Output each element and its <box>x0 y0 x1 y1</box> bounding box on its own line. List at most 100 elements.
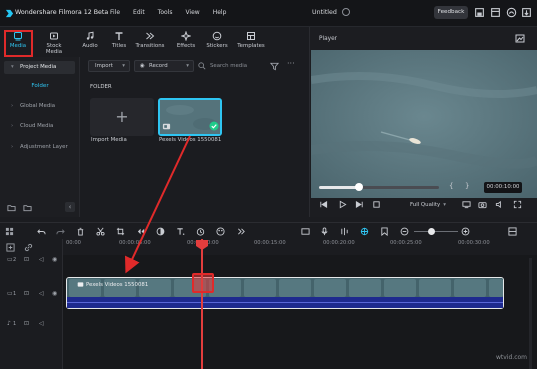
crop-icon[interactable] <box>116 227 125 236</box>
timeline-tracks[interactable] <box>63 255 537 369</box>
camera-icon[interactable] <box>478 200 487 209</box>
more-options-icon[interactable]: ··· <box>287 59 295 68</box>
marker-icon[interactable] <box>380 227 389 236</box>
volume-icon[interactable] <box>495 200 504 209</box>
quality-dropdown[interactable]: Full Quality ▾ <box>410 202 446 208</box>
lock-icon[interactable]: ⊡ <box>24 256 29 263</box>
transitions-icon <box>146 32 155 40</box>
mute-icon[interactable]: ◁ <box>39 320 44 327</box>
tab-stickers[interactable]: Stickers <box>201 31 233 55</box>
timeline-toolbar <box>0 222 537 239</box>
sidebar-item-cloud-media[interactable]: › Cloud Media <box>4 120 75 133</box>
cloud-icon[interactable] <box>506 7 517 18</box>
folder-icon[interactable] <box>23 203 32 212</box>
lock-icon[interactable]: ⊡ <box>24 290 29 297</box>
redo-icon[interactable] <box>56 227 65 236</box>
tab-titles[interactable]: Titles <box>103 31 135 55</box>
record-icon: ◉ <box>140 63 145 69</box>
sidebar-item-project-media[interactable]: ▾ Project Media <box>4 61 75 74</box>
timer-icon[interactable] <box>196 227 205 236</box>
media-tabs: Media Stock Media Audio Titles Transitio… <box>0 27 307 57</box>
download-icon[interactable] <box>521 7 532 18</box>
menu-help[interactable]: Help <box>213 9 227 16</box>
menu-file[interactable]: File <box>110 9 120 16</box>
microphone-icon[interactable] <box>320 227 329 236</box>
search-media-field[interactable]: Search media <box>198 60 266 72</box>
timeline-ruler[interactable]: 00:00 00:00:05:00 00:00:10:00 00:00:15:0… <box>62 239 537 255</box>
ruler-tick: 00:00:30:00 <box>458 240 490 246</box>
mark-in-icon[interactable]: { <box>449 182 453 190</box>
track-header-audio-1: ♪ 1 ⊡ ◁ <box>0 318 63 330</box>
timeline-layout-icon[interactable] <box>508 227 517 236</box>
mute-icon[interactable]: ◁ <box>39 290 44 297</box>
new-folder-icon[interactable] <box>7 203 16 212</box>
palette-icon[interactable] <box>216 227 225 236</box>
player-timecode: 00:00:10:00 <box>484 182 522 193</box>
add-track-icon[interactable] <box>6 243 15 252</box>
undo-icon[interactable] <box>37 227 46 236</box>
import-media-tile[interactable]: + <box>90 98 154 136</box>
video-thumbnail-tile[interactable] <box>158 98 222 136</box>
checkmark-icon <box>209 121 219 131</box>
playhead[interactable] <box>201 239 203 369</box>
tab-audio[interactable]: Audio <box>74 31 106 55</box>
collapse-sidebar-icon[interactable]: ‹ <box>65 202 75 212</box>
menu-edit[interactable]: Edit <box>133 9 145 16</box>
grid-icon[interactable] <box>5 227 14 236</box>
feedback-button[interactable]: Feedback <box>434 6 468 19</box>
ruler-tick: 00:00:05:00 <box>119 240 151 246</box>
lock-icon[interactable]: ⊡ <box>24 320 29 327</box>
cut-icon[interactable] <box>96 227 105 236</box>
next-frame-icon[interactable] <box>355 200 364 209</box>
track-header-video-2: ▭ 2 ⊡ ◁ ◉ <box>0 254 63 266</box>
record-dropdown[interactable]: ◉ Record ▾ <box>134 60 194 72</box>
media-toolbar: Import ▾ ◉ Record ▾ Search media ··· <box>84 57 307 77</box>
mute-icon[interactable]: ◁ <box>39 256 44 263</box>
previous-frame-icon[interactable] <box>319 200 328 209</box>
chevron-right-icon: › <box>11 144 14 150</box>
link-icon[interactable] <box>24 243 33 252</box>
tab-effects[interactable]: Effects <box>170 31 202 55</box>
ocean-preview-image <box>311 50 537 198</box>
visibility-icon[interactable]: ◉ <box>52 256 57 263</box>
track-header-video-1: ▭ 1 ⊡ ◁ ◉ <box>0 288 63 300</box>
chevron-down-icon: ▾ <box>186 63 189 69</box>
more-tools-icon[interactable] <box>237 227 246 236</box>
save-icon[interactable] <box>474 7 485 18</box>
tab-templates[interactable]: Templates <box>235 31 267 55</box>
color-icon[interactable] <box>156 227 165 236</box>
filter-icon[interactable] <box>270 62 279 71</box>
monitor-icon[interactable] <box>462 200 471 209</box>
fullscreen-icon[interactable] <box>513 200 522 209</box>
zoom-slider[interactable] <box>414 231 458 232</box>
timeline-scrollbar[interactable] <box>529 258 532 369</box>
tab-transitions[interactable]: Transitions <box>134 31 166 55</box>
tab-effects-label: Effects <box>176 43 196 49</box>
layout-icon[interactable] <box>490 7 501 18</box>
sidebar-item-adjustment-layer[interactable]: › Adjustment Layer <box>4 141 75 154</box>
speed-icon[interactable] <box>137 227 146 236</box>
mark-out-icon[interactable]: } <box>465 182 469 190</box>
video-preview[interactable] <box>311 50 537 198</box>
sidebar-item-global-media[interactable]: › Global Media <box>4 100 75 113</box>
scrubber-handle[interactable] <box>354 183 363 191</box>
visibility-icon[interactable]: ◉ <box>52 290 57 297</box>
sidebar-item-folder[interactable]: Folder <box>0 83 80 89</box>
import-dropdown[interactable]: Import ▾ <box>88 60 130 72</box>
render-icon[interactable] <box>301 227 310 236</box>
menu-tools[interactable]: Tools <box>158 9 173 16</box>
snap-icon[interactable] <box>360 227 369 236</box>
menu-view[interactable]: View <box>185 9 199 16</box>
snapshot-view-icon[interactable] <box>515 34 525 43</box>
player-title: Player <box>319 36 338 42</box>
text-icon[interactable] <box>176 227 185 236</box>
zoom-out-icon[interactable] <box>400 227 409 236</box>
play-icon[interactable] <box>338 200 347 209</box>
tab-stock-media[interactable]: Stock Media <box>38 31 70 55</box>
delete-icon[interactable] <box>76 227 85 236</box>
filmora-logo-icon <box>5 9 14 18</box>
zoom-slider-handle[interactable] <box>428 228 435 235</box>
zoom-in-icon[interactable] <box>461 227 470 236</box>
audio-mix-icon[interactable] <box>340 227 349 236</box>
stop-icon[interactable] <box>372 200 381 209</box>
